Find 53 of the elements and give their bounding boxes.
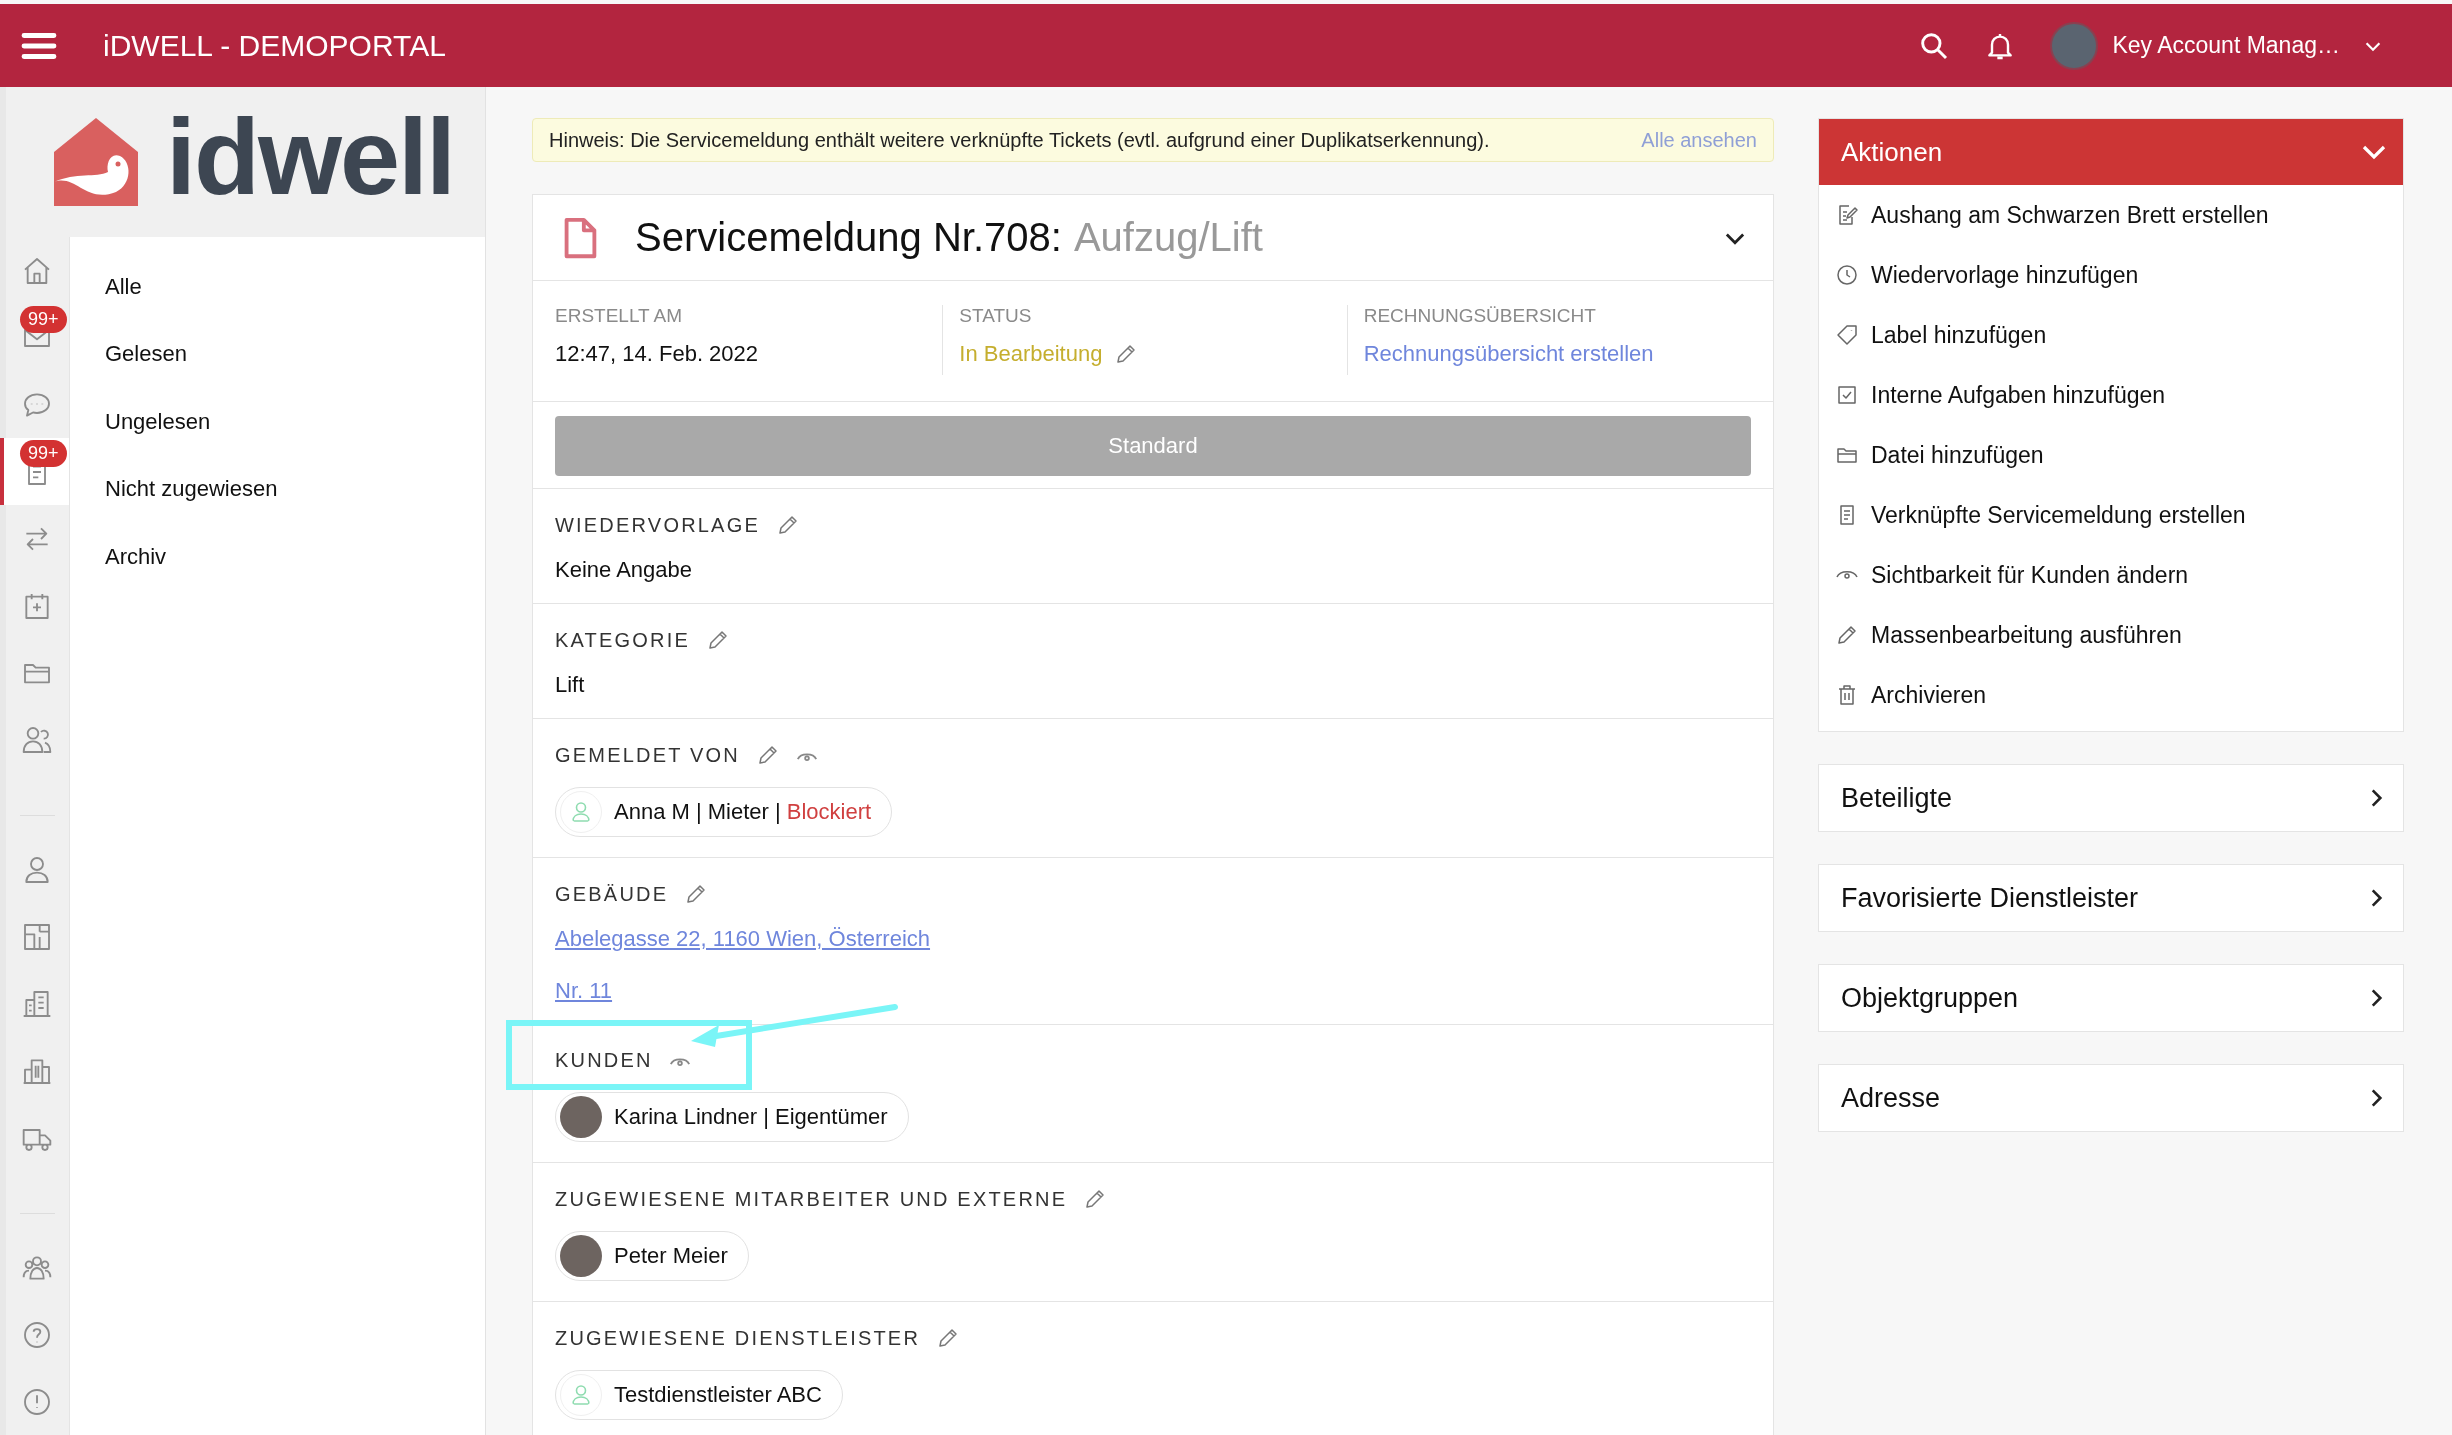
rail-item[interactable]: 99+: [0, 304, 69, 371]
person-chip[interactable]: Anna M | Mieter | Blockiert: [555, 787, 893, 837]
logo-text: idwell: [166, 103, 455, 219]
collapsible-panel[interactable]: Beteiligte: [1818, 764, 2404, 832]
tag-icon: [1835, 323, 1859, 347]
ticket-subtitle: Aufzug/Lift: [1073, 215, 1263, 260]
section-label: KUNDEN: [555, 1049, 653, 1072]
collapsible-panel[interactable]: Adresse: [1818, 1064, 2404, 1132]
section-label: GEMELDET VON: [555, 743, 740, 767]
menu-icon[interactable]: [21, 30, 57, 61]
app-title: iDWELL - DEMOPORTAL: [103, 28, 446, 63]
checkbox-icon: [1835, 383, 1859, 407]
action-item[interactable]: Archivieren: [1819, 665, 2403, 725]
action-item[interactable]: Verknüpfte Servicemeldung erstellen: [1819, 485, 2403, 545]
section-label: ZUGEWIESENE DIENSTLEISTER: [555, 1326, 921, 1350]
action-item[interactable]: Wiedervorlage hinzufügen: [1819, 245, 2403, 305]
person-chip[interactable]: Peter Meier: [555, 1231, 749, 1281]
edit-icon[interactable]: [706, 628, 730, 652]
rail-item[interactable]: 99+: [0, 438, 69, 505]
meta-value: 12:47, 14. Feb. 2022: [555, 341, 760, 367]
submenu-item[interactable]: Alle: [70, 253, 485, 321]
meta-label: ERSTELLT AM: [555, 305, 684, 327]
action-item[interactable]: Interne Aufgaben hinzufügen: [1819, 365, 2403, 425]
action-item[interactable]: Massenbearbeitung ausführen: [1819, 605, 2403, 665]
ticket-title: Servicemeldung Nr.708:: [635, 215, 1062, 260]
notice-text: Hinweis: Die Servicemeldung enthält weitere verknüpfte Tickets (evtl. aufgrund einer Duplikatserkennung).: [549, 128, 1491, 152]
status-value: In Bearbeitung: [959, 341, 1103, 367]
meta-label: RECHNUNGSÜBERSICHT: [1363, 305, 1597, 327]
section-label: ZUGEWIESENE MITARBEITER UND EXTERNE: [555, 1187, 1068, 1211]
section-label: WIEDERVORLAGE: [555, 513, 760, 537]
user-menu[interactable]: Key Account Manag…: [2112, 32, 2340, 59]
collapsible-panel[interactable]: Objektgruppen: [1818, 964, 2404, 1032]
action-item[interactable]: Datei hinzufügen: [1819, 425, 2403, 485]
pencil-icon: [1835, 623, 1859, 647]
action-item[interactable]: Label hinzufügen: [1819, 305, 2403, 365]
person-chip[interactable]: Karina Lindner | Eigentümer: [555, 1092, 909, 1142]
action-item[interactable]: Sichtbarkeit für Kunden ändern: [1819, 545, 2403, 605]
clock-icon: [1835, 263, 1859, 287]
section-label: KATEGORIE: [555, 628, 690, 652]
submenu-item[interactable]: Ungelesen: [70, 388, 485, 456]
submenu-item[interactable]: Nicht zugewiesen: [70, 455, 485, 523]
count-badge: 99+: [20, 306, 67, 333]
submenu-item[interactable]: Archiv: [70, 523, 485, 591]
submenu-item[interactable]: Gelesen: [70, 320, 485, 388]
actions-header[interactable]: Aktionen: [1819, 119, 2403, 185]
section-value: Lift: [555, 672, 586, 698]
section-label: GEBÄUDE: [555, 882, 669, 906]
count-badge: 99+: [20, 440, 67, 467]
section-value: Keine Angabe: [555, 557, 694, 583]
action-item[interactable]: Aushang am Schwarzen Brett erstellen: [1819, 185, 2403, 245]
person-chip[interactable]: Testdienstleister ABC: [555, 1370, 843, 1420]
meta-label: STATUS: [959, 305, 1033, 327]
collapsible-panel[interactable]: Favorisierte Dienstleister: [1818, 864, 2404, 932]
